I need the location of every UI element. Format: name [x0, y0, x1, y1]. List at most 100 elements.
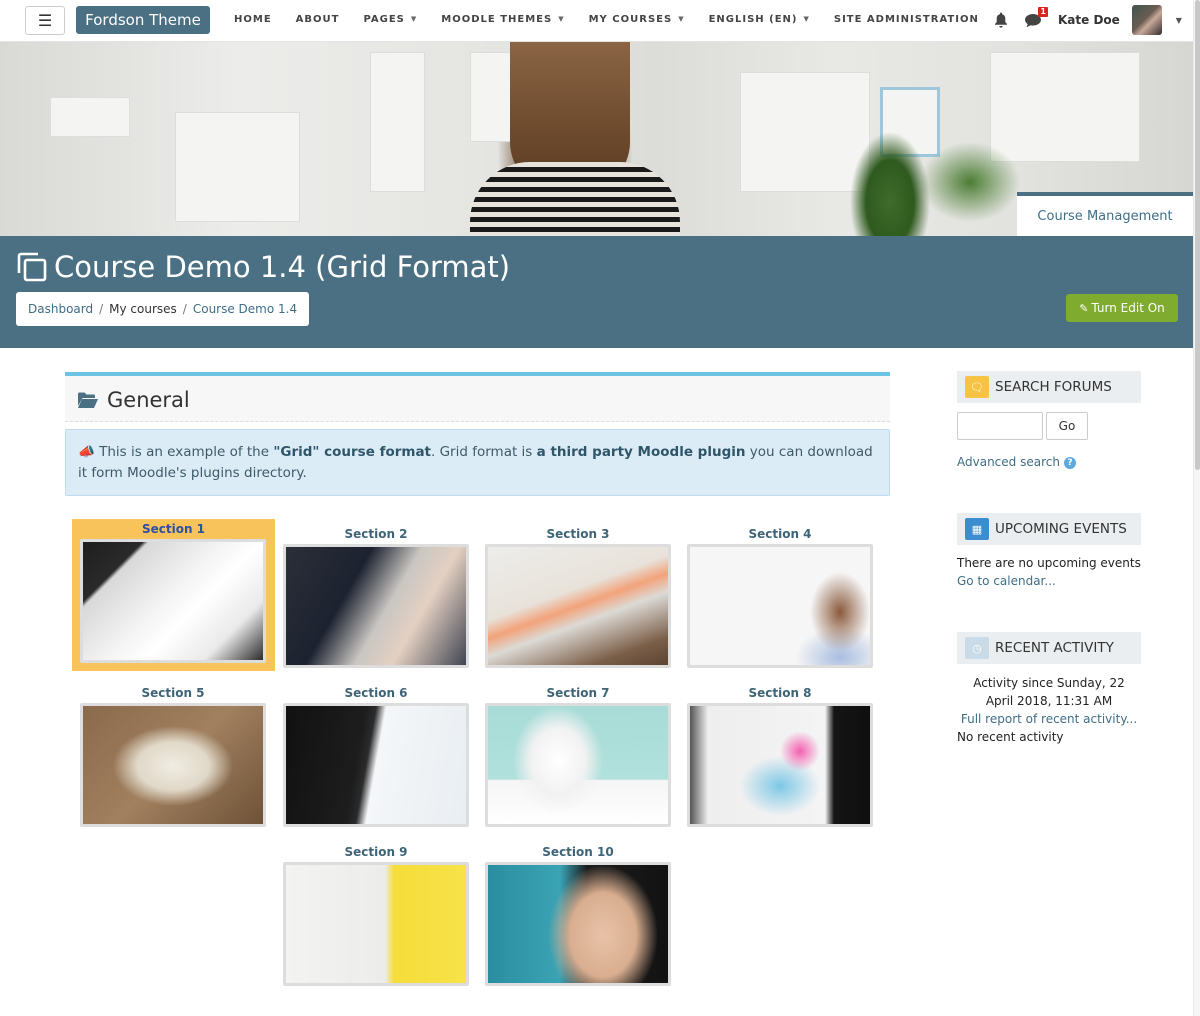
general-section-header: General: [65, 372, 890, 422]
grid-section-9[interactable]: Section 9: [283, 842, 469, 986]
grid-section-1[interactable]: Section 1: [72, 519, 275, 671]
grid-section-3[interactable]: Section 3: [485, 524, 671, 668]
grid-section-10[interactable]: Section 10: [485, 842, 671, 986]
site-brand-link[interactable]: Fordson Theme: [76, 6, 210, 34]
menu-item-label: PAGES: [363, 13, 405, 25]
hamburger-icon: ☰: [37, 10, 53, 30]
menu-item-pages[interactable]: PAGES ▼: [363, 14, 417, 25]
section-label: Section 10: [542, 845, 614, 859]
section-thumbnail: [687, 544, 873, 668]
grid-section-4[interactable]: Section 4: [687, 524, 873, 668]
section-label: Section 4: [748, 527, 812, 541]
grid-section-6[interactable]: Section 6: [283, 683, 469, 827]
turn-edit-on-label: Turn Edit On: [1091, 301, 1165, 315]
section-label: Section 7: [546, 686, 610, 700]
calendar-icon: ▦: [965, 518, 989, 540]
scrollbar-thumb[interactable]: [1195, 0, 1200, 470]
comments-icon: 🗨: [965, 376, 989, 398]
course-format-notice: 📣 This is an example of the "Grid" cours…: [65, 429, 890, 496]
menu-item-moodle-themes[interactable]: MOODLE THEMES ▼: [441, 14, 564, 25]
hero-decoration: [370, 52, 425, 192]
messages-button[interactable]: 1: [1024, 7, 1048, 28]
user-menu-caret-icon[interactable]: ▼: [1176, 16, 1182, 25]
section-label: Section 8: [748, 686, 812, 700]
course-header-image: [0, 42, 1193, 236]
no-recent-activity-text: No recent activity: [957, 730, 1064, 744]
section-label: Section 5: [141, 686, 205, 700]
section-label: Section 1: [141, 522, 206, 536]
section-label: Section 3: [546, 527, 610, 541]
notice-text: . Grid format is: [431, 444, 537, 460]
user-name[interactable]: Kate Doe: [1058, 13, 1120, 27]
menu-item-language[interactable]: ENGLISH (EN) ▼: [709, 14, 810, 25]
search-forums-go-button[interactable]: Go: [1046, 412, 1088, 440]
edit-icon: ✎: [1079, 301, 1089, 315]
go-to-calendar-link[interactable]: Go to calendar...: [957, 574, 1056, 588]
user-nav: 1 Kate Doe ▼: [994, 0, 1182, 40]
breadcrumb: Dashboard / My courses / Course Demo 1.4: [16, 292, 310, 326]
clock-icon: ◷: [965, 637, 989, 659]
course-copy-icon: [17, 252, 47, 282]
grid-section-2[interactable]: Section 2: [283, 524, 469, 668]
grid-section-8[interactable]: Section 8: [687, 683, 873, 827]
section-label: Section 6: [344, 686, 408, 700]
menu-item-label: MY COURSES: [588, 13, 673, 25]
no-upcoming-events-text: There are no upcoming events: [957, 556, 1141, 570]
breadcrumb-course[interactable]: Course Demo 1.4: [193, 302, 297, 316]
grid-section-7[interactable]: Section 7: [485, 683, 671, 827]
breadcrumb-separator: /: [99, 302, 104, 316]
main-menu: HOME ABOUT PAGES ▼ MOODLE THEMES ▼ MY COUR…: [234, 0, 1003, 38]
caret-down-icon: ▼: [678, 15, 685, 23]
menu-item-site-administration[interactable]: SITE ADMINISTRATION: [834, 14, 979, 25]
section-thumbnail: [283, 544, 469, 668]
activity-since-text: Activity since Sunday, 22 April 2018, 11…: [973, 676, 1125, 708]
caret-down-icon: ▼: [803, 15, 810, 23]
menu-item-my-courses[interactable]: MY COURSES ▼: [589, 14, 685, 25]
page-header: Course Demo 1.4 (Grid Format) Dashboard …: [0, 236, 1193, 348]
menu-item-home[interactable]: HOME: [234, 14, 272, 25]
section-thumbnail: [687, 703, 873, 827]
page-title-text: Course Demo 1.4 (Grid Format): [54, 250, 511, 284]
menu-item-label: HOME: [234, 13, 272, 25]
bullhorn-icon: 📣: [78, 444, 95, 460]
general-section-title: General: [107, 388, 190, 412]
help-icon[interactable]: ?: [1063, 456, 1076, 469]
full-report-link[interactable]: Full report of recent activity...: [957, 710, 1141, 728]
user-avatar[interactable]: [1131, 5, 1162, 35]
message-count-badge: 1: [1038, 7, 1048, 17]
menu-item-about[interactable]: ABOUT: [296, 14, 340, 25]
drawer-toggle-button[interactable]: ☰: [25, 6, 65, 35]
caret-down-icon: ▼: [558, 15, 565, 23]
turn-edit-on-button[interactable]: ✎ Turn Edit On: [1066, 294, 1178, 322]
notice-bold-text: a third party Moodle plugin: [536, 444, 746, 460]
menu-item-label: SITE ADMINISTRATION: [833, 13, 979, 25]
page-scrollbar[interactable]: [1193, 0, 1200, 1016]
breadcrumb-dashboard[interactable]: Dashboard: [28, 302, 93, 316]
notice-bold-text: "Grid" course format: [273, 444, 432, 460]
folder-open-icon: [78, 392, 98, 408]
course-management-tab[interactable]: Course Management: [1017, 192, 1193, 236]
breadcrumb-my-courses: My courses: [109, 302, 177, 316]
section-label: Section 2: [344, 527, 408, 541]
recent-activity-block-header: ◷ RECENT ACTIVITY: [957, 632, 1141, 664]
section-thumbnail: [485, 862, 671, 986]
hero-decoration: [175, 112, 300, 222]
notice-text: This is an example of the: [99, 444, 274, 460]
hero-decoration: [50, 97, 130, 137]
search-forums-block-header: 🗨 SEARCH FORUMS: [957, 371, 1141, 403]
upcoming-events-block-header: ▦ UPCOMING EVENTS: [957, 513, 1141, 545]
section-label: Section 9: [344, 845, 408, 859]
top-navbar: ☰ Fordson Theme HOME ABOUT PAGES ▼ MOODLE…: [0, 0, 1193, 42]
advanced-search-label: Advanced search: [957, 455, 1060, 469]
advanced-search-link[interactable]: Advanced search?: [957, 455, 1076, 469]
search-forums-input[interactable]: [957, 412, 1043, 440]
block-title: UPCOMING EVENTS: [995, 521, 1127, 537]
section-thumbnail: [80, 703, 266, 827]
block-title: RECENT ACTIVITY: [995, 640, 1114, 656]
grid-section-5[interactable]: Section 5: [80, 683, 266, 827]
bell-icon[interactable]: [994, 12, 1008, 28]
breadcrumb-separator: /: [182, 302, 187, 316]
menu-item-label: ENGLISH (EN): [708, 13, 798, 25]
hero-decoration: [830, 122, 1030, 236]
section-thumbnail: [485, 703, 671, 827]
